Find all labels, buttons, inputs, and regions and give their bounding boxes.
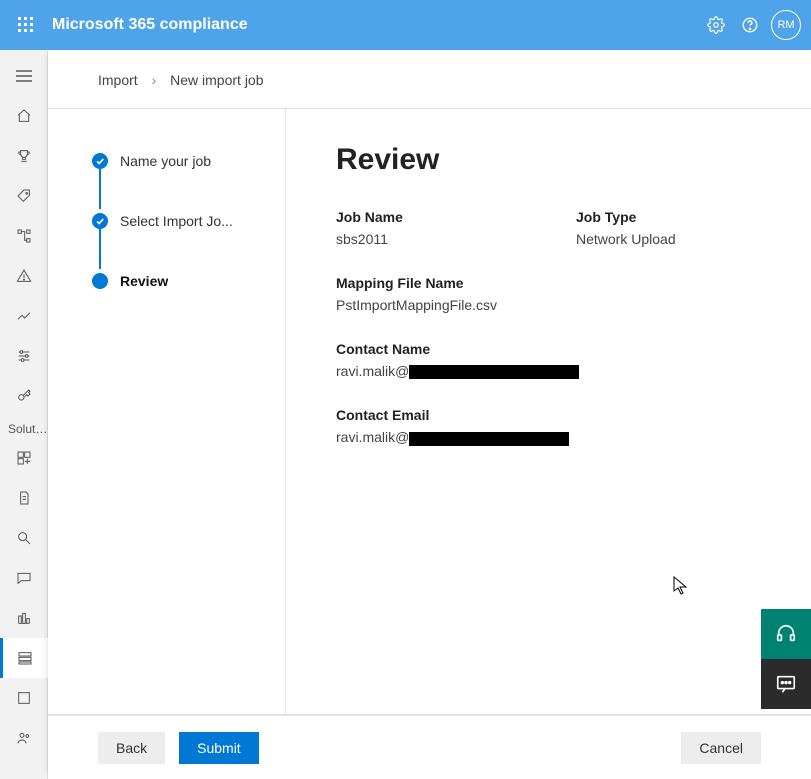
search-icon[interactable] xyxy=(0,518,48,558)
information-governance-icon[interactable] xyxy=(0,638,48,678)
check-circle-icon xyxy=(92,213,108,229)
contact-email-label: Contact Email xyxy=(336,407,569,423)
wizard-step-label: Select Import Jo... xyxy=(120,213,233,229)
dlp-icon[interactable] xyxy=(0,598,48,638)
contact-email-value: ravi.malik@ xyxy=(336,429,569,445)
submit-button[interactable]: Submit xyxy=(179,732,259,764)
top-bar: Microsoft 365 compliance RM xyxy=(0,0,811,50)
review-panel: Review Job Name sbs2011 Job Type Network… xyxy=(286,109,811,714)
chevron-right-icon: › xyxy=(152,72,157,88)
connectors-icon[interactable] xyxy=(0,216,48,256)
job-name-label: Job Name xyxy=(336,209,516,225)
audit-icon[interactable] xyxy=(0,478,48,518)
app-title: Microsoft 365 compliance xyxy=(52,16,248,34)
job-type-label: Job Type xyxy=(576,209,756,225)
breadcrumb-parent[interactable]: Import xyxy=(98,72,138,88)
communication-icon[interactable] xyxy=(0,558,48,598)
contact-name-value: ravi.malik@ xyxy=(336,363,579,379)
feedback-icon[interactable] xyxy=(761,659,811,709)
alert-icon[interactable] xyxy=(0,256,48,296)
job-type-value: Network Upload xyxy=(576,231,756,247)
user-avatar[interactable]: RM xyxy=(771,10,801,40)
content-area: Import › New import job Name your job Se… xyxy=(48,50,811,779)
mapping-file-value: PstImportMappingFile.csv xyxy=(336,297,516,313)
job-name-value: sbs2011 xyxy=(336,231,516,247)
wizard-step-select-import[interactable]: Select Import Jo... xyxy=(92,209,265,233)
reports-icon[interactable] xyxy=(0,296,48,336)
policies-icon[interactable] xyxy=(0,336,48,376)
cancel-button[interactable]: Cancel xyxy=(681,732,761,764)
nav-toggle-icon[interactable] xyxy=(0,56,48,96)
trophy-icon[interactable] xyxy=(0,136,48,176)
support-headset-icon[interactable] xyxy=(761,609,811,659)
home-icon[interactable] xyxy=(0,96,48,136)
tag-icon[interactable] xyxy=(0,176,48,216)
floating-actions xyxy=(761,609,811,709)
current-step-icon xyxy=(92,273,108,289)
redacted-block xyxy=(409,432,569,446)
solutions-section-label: Solut… xyxy=(0,416,47,438)
help-icon[interactable] xyxy=(733,8,767,42)
breadcrumb: Import › New import job xyxy=(48,50,811,108)
mapping-file-label: Mapping File Name xyxy=(336,275,516,291)
left-navigation-rail: Solut… xyxy=(0,50,48,779)
app-launcher-icon[interactable] xyxy=(10,9,42,41)
wizard-step-label: Name your job xyxy=(120,153,211,169)
catalog-icon[interactable] xyxy=(0,438,48,478)
wizard-step-review[interactable]: Review xyxy=(92,269,265,293)
wizard-step-name-job[interactable]: Name your job xyxy=(92,149,265,173)
wizard-step-label: Review xyxy=(120,273,168,289)
protection-icon[interactable] xyxy=(0,678,48,718)
settings-icon[interactable] xyxy=(699,8,733,42)
back-button[interactable]: Back xyxy=(98,732,165,764)
check-circle-icon xyxy=(92,153,108,169)
redacted-block xyxy=(409,365,579,379)
contact-name-label: Contact Name xyxy=(336,341,579,357)
wizard-steps: Name your job Select Import Jo... Review xyxy=(48,109,286,714)
page-title: Review xyxy=(336,143,761,177)
permissions-icon[interactable] xyxy=(0,376,48,416)
breadcrumb-current: New import job xyxy=(170,72,263,88)
insider-risk-icon[interactable] xyxy=(0,718,48,758)
wizard-footer: Back Submit Cancel xyxy=(48,715,811,779)
